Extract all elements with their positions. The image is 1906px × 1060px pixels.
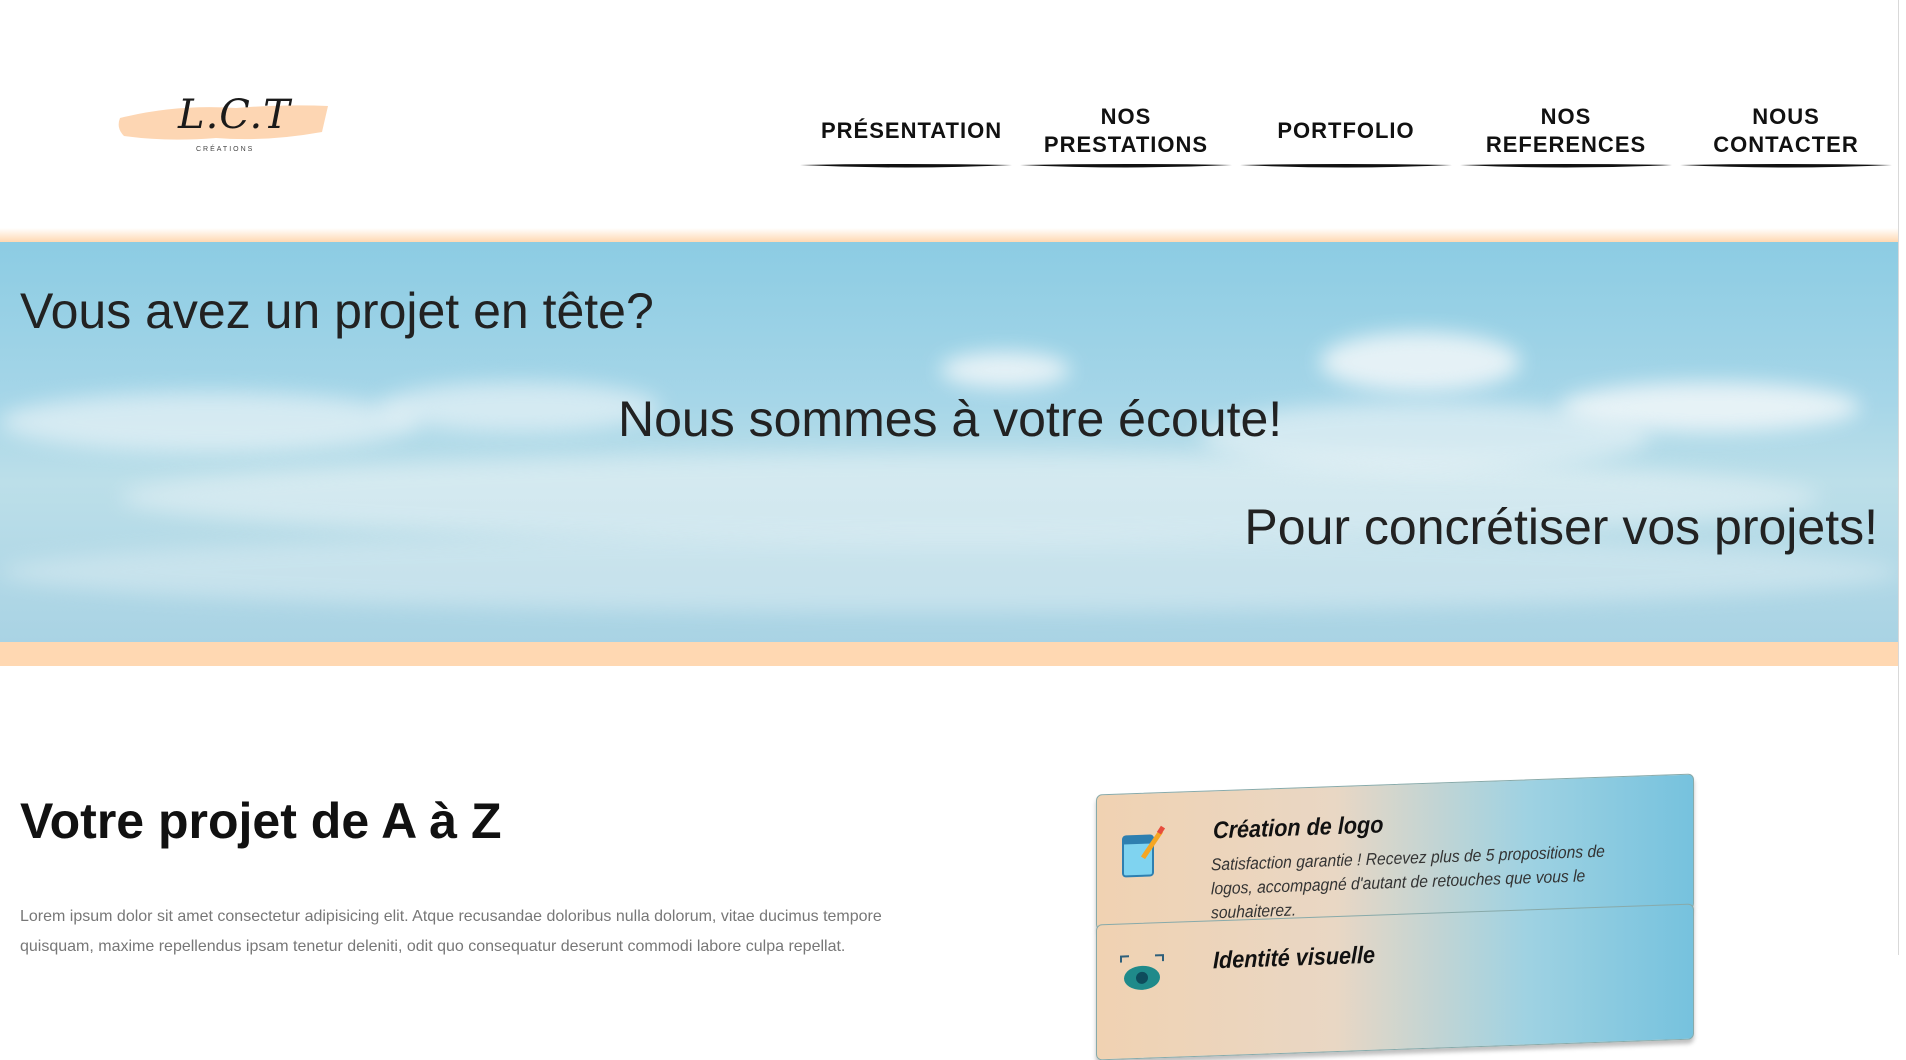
nav-presentation[interactable]: PRÉSENTATION xyxy=(800,96,1012,168)
hero-line-3: Pour concrétiser vos projets! xyxy=(1244,499,1878,555)
cloud xyxy=(0,392,420,452)
card-title: Création de logo xyxy=(1213,811,1384,845)
nav-underline xyxy=(1240,164,1452,168)
section-title: Votre projet de A à Z xyxy=(20,793,502,849)
section-text: Lorem ipsum dolor sit amet consectetur a… xyxy=(20,908,882,955)
hero-border-top xyxy=(0,228,1898,242)
site-logo[interactable]: L.C.T CRÉATIONS xyxy=(116,92,330,160)
nav-label: NOUS CONTACTER xyxy=(1713,104,1859,157)
nav-label: NOS REFERENCES xyxy=(1485,104,1647,157)
notepad-pencil-icon xyxy=(1117,823,1167,885)
page-scrollbar[interactable] xyxy=(1898,0,1906,955)
nav-underline xyxy=(1680,164,1892,168)
hero-line-1: Vous avez un projet en tête? xyxy=(20,283,654,339)
cloud xyxy=(940,352,1070,388)
nav-underline xyxy=(1460,164,1672,168)
hero-line-2: Nous sommes à votre écoute! xyxy=(618,391,1283,447)
nav-underline xyxy=(1020,164,1232,168)
logo-subtitle: CRÉATIONS xyxy=(196,146,255,153)
main-navigation: PRÉSENTATION NOS PRESTATIONS PORTFOLIO N… xyxy=(800,96,1892,168)
card-title: Identité visuelle xyxy=(1213,941,1376,975)
nav-underline xyxy=(800,164,1012,168)
cloud xyxy=(1320,332,1520,392)
nav-label: NOS PRESTATIONS xyxy=(1043,104,1209,157)
hero-banner: Vous avez un projet en tête? Nous sommes… xyxy=(0,228,1898,666)
eye-icon xyxy=(1117,953,1167,1015)
hero-sky-image: Vous avez un projet en tête? Nous sommes… xyxy=(0,242,1898,642)
nav-label: PRÉSENTATION xyxy=(821,118,1003,143)
nav-prestations[interactable]: NOS PRESTATIONS xyxy=(1020,96,1232,168)
logo-text: L.C.T xyxy=(178,92,291,138)
nav-references[interactable]: NOS REFERENCES xyxy=(1460,96,1672,168)
nav-portfolio[interactable]: PORTFOLIO xyxy=(1240,96,1452,168)
nav-contact[interactable]: NOUS CONTACTER xyxy=(1680,96,1892,168)
nav-label: PORTFOLIO xyxy=(1277,118,1415,143)
service-card-identity[interactable]: Identité visuelle xyxy=(1096,903,1694,1060)
